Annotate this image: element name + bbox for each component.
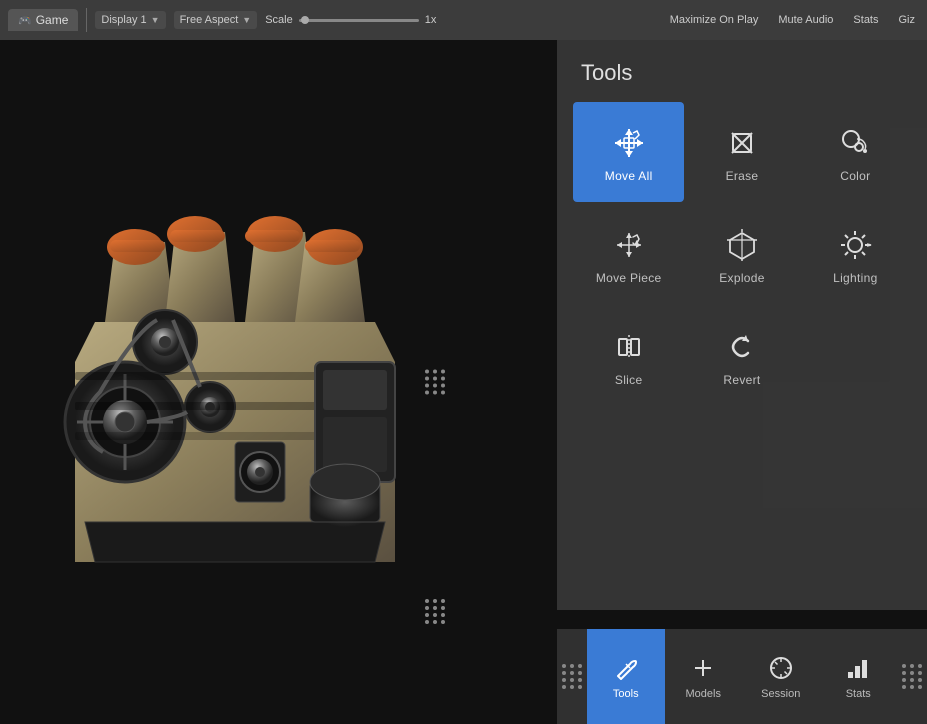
revert-label: Revert <box>723 373 760 387</box>
nav-session[interactable]: Session <box>742 629 820 724</box>
move-piece-icon <box>611 227 647 263</box>
topbar-right: Maximize On Play Mute Audio Stats Giz <box>666 12 919 28</box>
topbar-divider <box>86 8 87 32</box>
models-nav-icon <box>689 654 717 682</box>
tools-panel: Tools Move All <box>557 40 927 610</box>
scale-value: 1x <box>425 14 437 26</box>
display-dropdown-arrow: ▼ <box>151 15 160 25</box>
lighting-icon <box>837 227 873 263</box>
nav-items: Tools Models <box>587 629 897 724</box>
session-nav-icon <box>767 654 795 682</box>
revert-icon <box>724 329 760 365</box>
slice-label: Slice <box>615 373 643 387</box>
aspect-dropdown[interactable]: Free Aspect ▼ <box>174 11 258 29</box>
move-all-icon <box>611 125 647 161</box>
scale-slider-thumb <box>301 16 309 24</box>
tool-revert[interactable]: Revert <box>686 306 797 406</box>
move-all-label: Move All <box>605 169 653 183</box>
stats-nav-icon <box>844 654 872 682</box>
session-nav-label: Session <box>761 688 800 700</box>
nav-stats[interactable]: Stats <box>820 629 898 724</box>
scale-slider[interactable] <box>299 19 419 22</box>
aspect-label: Free Aspect <box>180 14 239 26</box>
scale-control: Scale 1x <box>265 14 436 26</box>
gizmos-button[interactable]: Giz <box>895 12 920 28</box>
maximize-on-play-button[interactable]: Maximize On Play <box>666 12 763 28</box>
engine-visual <box>35 142 435 622</box>
viewport: Tools Move All <box>0 40 927 724</box>
erase-label: Erase <box>726 169 759 183</box>
move-piece-label: Move Piece <box>596 271 662 285</box>
stats-nav-label: Stats <box>846 688 871 700</box>
tools-title: Tools <box>557 40 927 102</box>
game-icon: 🎮 <box>18 14 32 27</box>
display-dropdown[interactable]: Display 1 ▼ <box>95 11 165 29</box>
color-label: Color <box>840 169 870 183</box>
nav-models[interactable]: Models <box>665 629 743 724</box>
engine-area <box>0 40 470 724</box>
tools-nav-icon <box>612 654 640 682</box>
topbar: 🎮 Game Display 1 ▼ Free Aspect ▼ Scale 1… <box>0 0 927 40</box>
tools-nav-label: Tools <box>613 688 639 700</box>
color-icon <box>837 125 873 161</box>
nav-dots-left[interactable] <box>557 629 587 724</box>
mute-audio-button[interactable]: Mute Audio <box>774 12 837 28</box>
game-tab[interactable]: 🎮 Game <box>8 9 78 31</box>
tool-explode[interactable]: Explode <box>686 204 797 304</box>
aspect-dropdown-arrow: ▼ <box>242 15 251 25</box>
tools-grid: Move All Erase <box>557 102 927 406</box>
erase-icon <box>724 125 760 161</box>
display-label: Display 1 <box>101 14 146 26</box>
viewport-drag-dots-top[interactable] <box>425 370 446 395</box>
game-tab-label: Game <box>36 13 69 27</box>
tool-slice[interactable]: Slice <box>573 306 684 406</box>
stats-button[interactable]: Stats <box>849 12 882 28</box>
bottom-nav: Tools Models <box>557 629 927 724</box>
scale-text: Scale <box>265 14 293 26</box>
explode-label: Explode <box>719 271 764 285</box>
tool-move-piece[interactable]: Move Piece <box>573 204 684 304</box>
slice-icon <box>611 329 647 365</box>
lighting-label: Lighting <box>833 271 877 285</box>
viewport-drag-dots-bottom[interactable] <box>425 599 446 624</box>
nav-dots-right[interactable] <box>897 629 927 724</box>
nav-tools[interactable]: Tools <box>587 629 665 724</box>
tool-move-all[interactable]: Move All <box>573 102 684 202</box>
tool-lighting[interactable]: Lighting <box>800 204 911 304</box>
explode-icon <box>724 227 760 263</box>
tool-erase[interactable]: Erase <box>686 102 797 202</box>
tool-color[interactable]: Color <box>800 102 911 202</box>
models-nav-label: Models <box>686 688 721 700</box>
